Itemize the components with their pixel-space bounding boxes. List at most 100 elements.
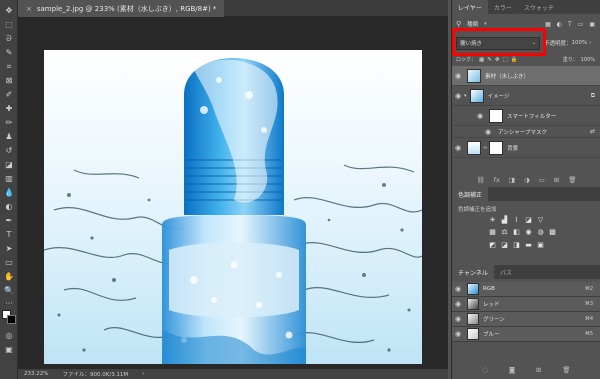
- load-selection-icon[interactable]: ◌: [482, 366, 488, 374]
- trash-icon[interactable]: 🗑: [568, 176, 576, 184]
- save-selection-icon[interactable]: ◙: [509, 366, 515, 374]
- fill-value[interactable]: 100%: [581, 57, 595, 63]
- quick-mask-icon[interactable]: ◎: [3, 330, 15, 342]
- tab-color[interactable]: カラー: [488, 0, 518, 14]
- gradient-tool-icon[interactable]: ▥: [3, 173, 15, 185]
- opacity-value[interactable]: 100%: [572, 40, 588, 46]
- edit-toolbar-icon[interactable]: ···: [3, 298, 15, 310]
- document-tab[interactable]: × sample_2.jpg @ 233% (素材（水しぶき）, RGB/8#)…: [18, 0, 225, 17]
- lock-move-icon[interactable]: ✥: [495, 57, 500, 63]
- filter-adjust-icon[interactable]: ◐: [557, 21, 562, 28]
- posterize-icon[interactable]: ◪: [500, 241, 509, 249]
- new-channel-icon[interactable]: ⊞: [536, 366, 541, 374]
- lock-artboard-icon[interactable]: ⬚: [502, 57, 507, 63]
- selective-color-icon[interactable]: ▣: [536, 241, 545, 249]
- lock-transparent-icon[interactable]: ▦: [479, 57, 484, 63]
- frame-tool-icon[interactable]: ⊠: [3, 75, 15, 87]
- move-tool-icon[interactable]: ✥: [3, 5, 15, 17]
- visibility-eye-icon[interactable]: ◉: [452, 92, 464, 100]
- folder-icon[interactable]: ▭: [539, 176, 545, 184]
- tab-adjustments[interactable]: 色調補正: [452, 187, 489, 201]
- shape-tool-icon[interactable]: ▭: [3, 257, 15, 269]
- filter-chevron-icon[interactable]: ▾: [484, 21, 487, 27]
- photo-filter-icon[interactable]: ◉: [524, 228, 533, 236]
- search-icon[interactable]: ⚲: [456, 20, 461, 28]
- filter-smart-icon[interactable]: ▣: [589, 21, 595, 28]
- layer-row-image[interactable]: ◉ ▾ イメージ ⧉: [452, 86, 600, 106]
- visibility-eye-icon[interactable]: ◉: [452, 144, 464, 152]
- tab-paths[interactable]: パス: [494, 265, 518, 279]
- file-size-info[interactable]: ファイル：900.0K/3.11M: [62, 370, 128, 378]
- layer-row-smart-filter[interactable]: ◉ スマートフィルター: [452, 106, 600, 126]
- levels-icon[interactable]: ▟: [500, 216, 509, 224]
- dodge-tool-icon[interactable]: ◐: [3, 201, 15, 213]
- black-white-icon[interactable]: ◧: [512, 228, 521, 236]
- hand-tool-icon[interactable]: ✋: [3, 271, 15, 283]
- fx-icon[interactable]: fx: [494, 176, 500, 184]
- screen-mode-icon[interactable]: ▣: [3, 344, 15, 356]
- zoom-level[interactable]: 233.22%: [24, 371, 48, 377]
- crop-tool-icon[interactable]: ⌗: [3, 61, 15, 73]
- curves-icon[interactable]: ⌇: [512, 216, 521, 224]
- color-balance-icon[interactable]: ⚖: [500, 228, 509, 236]
- eyedropper-tool-icon[interactable]: ✐: [3, 89, 15, 101]
- visibility-eye-icon[interactable]: ◉: [452, 330, 464, 338]
- visibility-eye-icon[interactable]: ◉: [452, 285, 464, 293]
- layer-row-splash[interactable]: ◉ 素材（水しぶき）: [452, 66, 600, 86]
- visibility-eye-icon[interactable]: ◉: [452, 72, 464, 80]
- lock-brush-icon[interactable]: ✎: [487, 57, 492, 63]
- clone-stamp-tool-icon[interactable]: ♟: [3, 131, 15, 143]
- filter-pixel-icon[interactable]: ▦: [545, 21, 551, 28]
- layer-filter-kind[interactable]: 種類: [467, 20, 478, 28]
- visibility-eye-icon[interactable]: ◉: [452, 315, 464, 323]
- close-tab-icon[interactable]: ×: [26, 5, 32, 13]
- trash-icon[interactable]: 🗑: [562, 366, 570, 374]
- lock-all-icon[interactable]: 🔒: [511, 57, 518, 63]
- threshold-icon[interactable]: ◨: [512, 241, 521, 249]
- type-tool-icon[interactable]: T: [3, 229, 15, 241]
- filter-shape-icon[interactable]: ▭: [578, 21, 584, 28]
- healing-brush-tool-icon[interactable]: ✚: [3, 103, 15, 115]
- background-color-swatch[interactable]: [7, 315, 16, 324]
- tab-swatches[interactable]: スウォッチ: [518, 0, 560, 14]
- invert-icon[interactable]: ◩: [488, 241, 497, 249]
- brightness-contrast-icon[interactable]: ☀: [488, 216, 497, 224]
- exposure-icon[interactable]: ◪: [524, 216, 533, 224]
- history-brush-tool-icon[interactable]: ↺: [3, 145, 15, 157]
- filter-type-icon[interactable]: T: [568, 21, 572, 28]
- pen-tool-icon[interactable]: ✒: [3, 215, 15, 227]
- channel-row-red[interactable]: ◉ レッド ⌘3: [452, 297, 600, 312]
- channel-row-blue[interactable]: ◉ ブルー ⌘5: [452, 327, 600, 342]
- status-arrow-icon[interactable]: ›: [142, 371, 144, 377]
- mask-icon[interactable]: ◨: [509, 176, 515, 184]
- lasso-tool-icon[interactable]: ᘐ: [3, 33, 15, 45]
- eraser-tool-icon[interactable]: ◪: [3, 159, 15, 171]
- tab-layers[interactable]: レイヤー: [452, 0, 488, 14]
- quick-select-tool-icon[interactable]: ✎: [3, 47, 15, 59]
- marquee-tool-icon[interactable]: ⬚: [3, 19, 15, 31]
- link-icon[interactable]: ⛓: [476, 176, 484, 184]
- adjustment-icon[interactable]: ◑: [524, 176, 530, 184]
- channel-mixer-icon[interactable]: ◍: [536, 228, 545, 236]
- new-layer-icon[interactable]: ⊞: [554, 176, 559, 184]
- canvas-area[interactable]: [18, 17, 448, 369]
- expand-chevron-icon[interactable]: ▾: [464, 93, 467, 99]
- channel-row-rgb[interactable]: ◉ RGB ⌘2: [452, 282, 600, 297]
- zoom-tool-icon[interactable]: 🔍: [3, 285, 15, 297]
- brush-tool-icon[interactable]: ✏: [3, 117, 15, 129]
- gradient-map-icon[interactable]: ▬: [524, 241, 533, 249]
- layer-row-background[interactable]: ◉ ∞ 背景: [452, 138, 600, 158]
- visibility-eye-icon[interactable]: ◉: [482, 128, 494, 136]
- tab-channels[interactable]: チャンネル: [452, 265, 494, 279]
- visibility-eye-icon[interactable]: ◉: [474, 112, 486, 120]
- vibrance-icon[interactable]: ▽: [536, 216, 545, 224]
- layer-row-unsharp[interactable]: ◉ アンシャープマスク ⇄: [452, 126, 600, 138]
- color-lookup-icon[interactable]: ▩: [548, 228, 557, 236]
- opacity-chevron-icon[interactable]: ›: [589, 40, 591, 46]
- hue-saturation-icon[interactable]: ▦: [488, 228, 497, 236]
- visibility-eye-icon[interactable]: ◉: [452, 300, 464, 308]
- filter-options-icon[interactable]: ⇄: [590, 128, 595, 135]
- channel-row-green[interactable]: ◉ グリーン ⌘4: [452, 312, 600, 327]
- blur-tool-icon[interactable]: 💧: [3, 187, 15, 199]
- document-image[interactable]: [44, 50, 422, 364]
